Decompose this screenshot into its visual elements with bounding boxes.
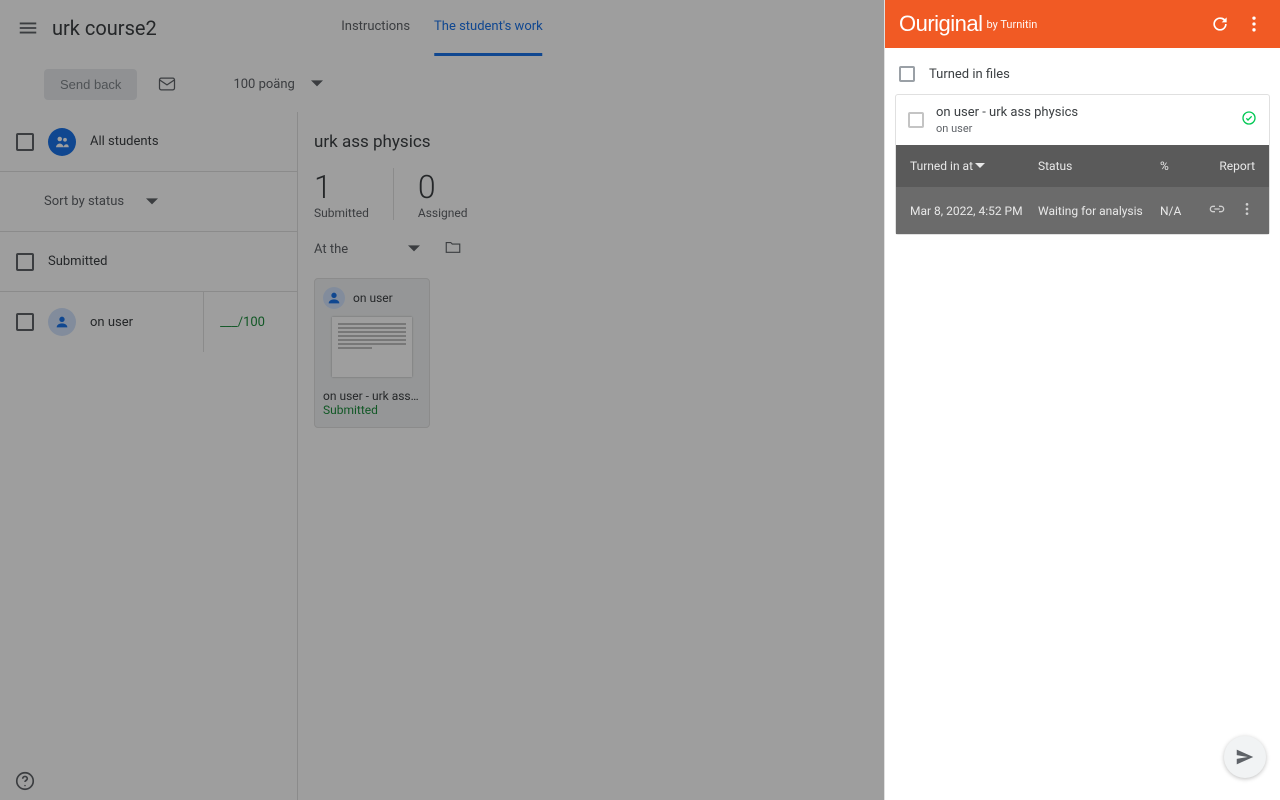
student-name[interactable]: on user bbox=[90, 315, 133, 330]
menu-icon[interactable] bbox=[8, 8, 48, 48]
card-author: on user bbox=[353, 291, 393, 305]
points-dropdown[interactable]: 100 poäng bbox=[233, 77, 322, 92]
file-name[interactable]: on user - urk ass physics bbox=[936, 105, 1229, 120]
all-students-label[interactable]: All students bbox=[90, 134, 159, 149]
page-title: urk course2 bbox=[52, 16, 157, 40]
grade-cell[interactable]: ___/100 bbox=[203, 292, 281, 352]
brand-logo: Ouriginal bbox=[899, 11, 983, 37]
student-checkbox[interactable] bbox=[16, 313, 34, 331]
group-checkbox[interactable] bbox=[16, 253, 34, 271]
submission-card[interactable]: on user on user - urk ass physi... Submi… bbox=[314, 278, 430, 428]
link-icon[interactable] bbox=[1209, 201, 1225, 220]
turned-in-files-checkbox[interactable] bbox=[899, 66, 915, 82]
brand-tag: by Turnitin bbox=[987, 18, 1038, 31]
doc-thumbnail bbox=[332, 317, 412, 377]
col-report[interactable]: Report bbox=[1194, 159, 1255, 173]
sort-label: Sort by status bbox=[44, 194, 124, 209]
ouriginal-panel: Ouriginal by Turnitin Turned in files on… bbox=[884, 0, 1280, 800]
assignment-title: urk ass physics bbox=[314, 132, 868, 152]
refresh-icon[interactable] bbox=[1208, 12, 1232, 36]
help-icon[interactable] bbox=[14, 770, 36, 796]
file-table-header: Turned in at Status % Report bbox=[896, 145, 1269, 187]
send-back-button[interactable]: Send back bbox=[44, 69, 137, 100]
card-avatar-icon bbox=[323, 287, 345, 309]
cell-percent: N/A bbox=[1160, 204, 1194, 218]
card-status: Submitted bbox=[323, 403, 421, 417]
card-filename: on user - urk ass physi... bbox=[323, 389, 421, 403]
tab-student-work[interactable]: The student's work bbox=[434, 0, 543, 56]
file-checkbox[interactable] bbox=[908, 112, 924, 128]
col-percent[interactable]: % bbox=[1160, 159, 1194, 173]
turned-in-files-label: Turned in files bbox=[929, 67, 1010, 82]
sort-by-status[interactable]: Sort by status bbox=[0, 172, 297, 232]
student-avatar-icon bbox=[48, 308, 76, 336]
submitted-count: 1 bbox=[314, 168, 369, 206]
assigned-label: Assigned bbox=[418, 206, 468, 220]
all-students-checkbox[interactable] bbox=[16, 133, 34, 151]
assigned-count: 0 bbox=[418, 168, 468, 206]
send-fab[interactable] bbox=[1224, 736, 1266, 778]
row-more-icon[interactable] bbox=[1239, 201, 1255, 220]
tab-instructions[interactable]: Instructions bbox=[341, 0, 410, 56]
cell-date: Mar 8, 2022, 4:52 PM bbox=[910, 204, 1038, 218]
arrow-down-icon bbox=[975, 161, 985, 171]
points-label: 100 poäng bbox=[233, 77, 294, 92]
group-label: Submitted bbox=[48, 254, 107, 269]
folder-icon[interactable] bbox=[444, 238, 462, 260]
more-icon[interactable] bbox=[1242, 12, 1266, 36]
group-avatar-icon bbox=[48, 128, 76, 156]
filter-dropdown[interactable]: At the bbox=[314, 242, 420, 257]
mail-icon[interactable] bbox=[149, 66, 185, 102]
file-card: on user - urk ass physics on user Turned… bbox=[895, 94, 1270, 235]
col-turned-in-at[interactable]: Turned in at bbox=[910, 159, 1038, 173]
submitted-label: Submitted bbox=[314, 206, 369, 220]
cell-status: Waiting for analysis bbox=[1038, 204, 1160, 218]
file-user: on user bbox=[936, 122, 1229, 135]
col-status[interactable]: Status bbox=[1038, 159, 1160, 173]
file-table-row: Mar 8, 2022, 4:52 PM Waiting for analysi… bbox=[896, 187, 1269, 234]
check-circle-icon bbox=[1241, 110, 1257, 130]
